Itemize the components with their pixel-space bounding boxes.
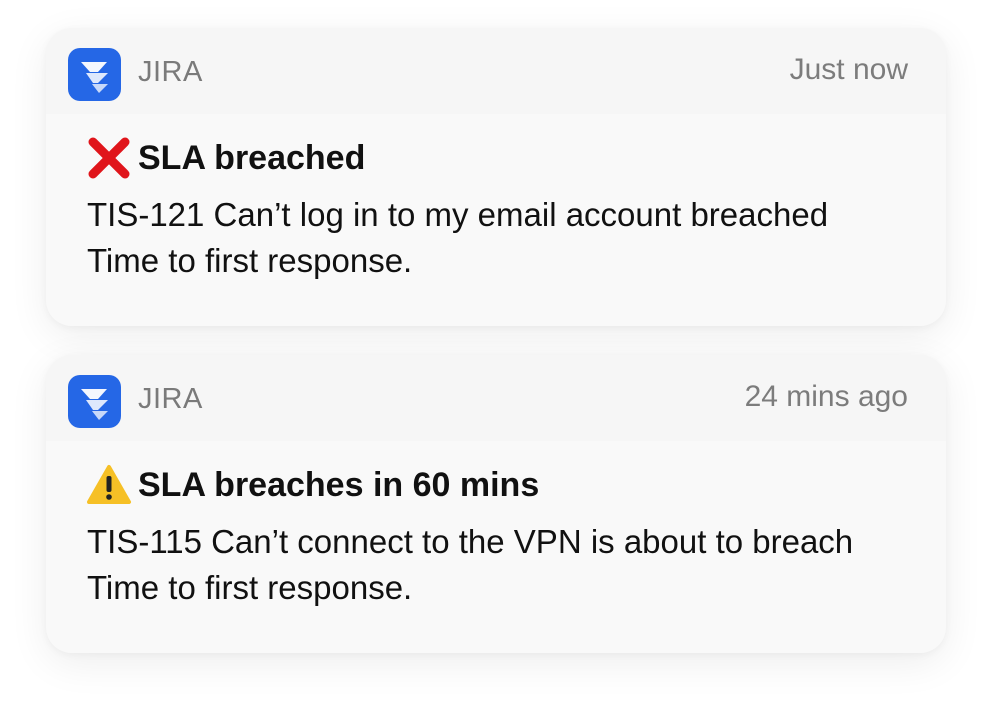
notification-title: SLA breaches in 60 mins bbox=[138, 465, 540, 504]
notification-header: JIRA 24 mins ago bbox=[46, 355, 946, 441]
notification-message: TIS-115 Can’t connect to the VPN is abou… bbox=[87, 523, 854, 606]
notification-body: SLA breached TIS-121 Can’t log in to my … bbox=[46, 114, 946, 326]
warning-icon bbox=[86, 463, 132, 507]
notification-message: TIS-121 Can’t log in to my email account… bbox=[87, 196, 829, 279]
notification-card[interactable]: JIRA Just now SLA breached TIS-121 Can’t… bbox=[46, 28, 946, 326]
notification-title-row: SLA breaches in 60 mins bbox=[86, 463, 539, 507]
notification-stack: JIRA Just now SLA breached TIS-121 Can’t… bbox=[0, 0, 992, 718]
jira-icon bbox=[68, 48, 121, 101]
timestamp: 24 mins ago bbox=[744, 380, 908, 413]
notification-header: JIRA Just now bbox=[46, 28, 946, 114]
timestamp: Just now bbox=[789, 53, 908, 86]
app-name: JIRA bbox=[138, 383, 203, 415]
notification-card[interactable]: JIRA 24 mins ago SLA breaches in 60 mins… bbox=[46, 355, 946, 653]
jira-icon bbox=[68, 375, 121, 428]
notification-title: SLA breached bbox=[138, 138, 366, 177]
notification-title-row: SLA breached bbox=[86, 136, 365, 180]
app-name: JIRA bbox=[138, 56, 203, 88]
notification-body: SLA breaches in 60 mins TIS-115 Can’t co… bbox=[46, 441, 946, 653]
cross-mark-icon bbox=[86, 136, 132, 180]
